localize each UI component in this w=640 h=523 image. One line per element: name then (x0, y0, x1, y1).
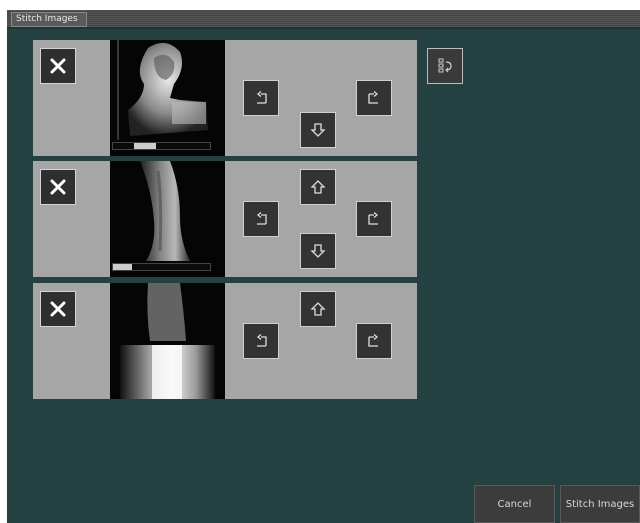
arrow-down-icon (310, 123, 326, 137)
xray-thumbnail (110, 161, 225, 277)
rotate-left-button[interactable] (243, 323, 279, 359)
title-divider (7, 27, 640, 29)
stitch-images-button[interactable]: Stitch Images (560, 485, 640, 523)
rotate-right-button[interactable] (356, 80, 392, 116)
xray-pelvis-image (110, 283, 225, 399)
rotate-left-icon (256, 334, 267, 347)
arrow-up-icon (310, 180, 326, 194)
rotate-left-icon (256, 212, 267, 225)
arrow-up-icon (310, 302, 326, 316)
reorder-button[interactable] (427, 48, 463, 84)
close-icon (50, 301, 66, 317)
window-title: Stitch Images (11, 12, 87, 27)
move-down-button[interactable] (300, 233, 336, 269)
rotate-right-icon (368, 212, 379, 225)
image-panel-1 (33, 40, 417, 156)
rotate-left-button[interactable] (243, 80, 279, 116)
rotate-left-button[interactable] (243, 201, 279, 237)
rotate-right-button[interactable] (356, 201, 392, 237)
move-up-button[interactable] (300, 291, 336, 327)
xray-thumbnail (110, 40, 225, 156)
remove-image-button[interactable] (40, 48, 76, 84)
xray-skull-image (110, 40, 225, 156)
stitch-images-window: Stitch Images Cancel Stitch Images (7, 10, 640, 523)
reorder-icon (438, 58, 452, 73)
rotate-left-icon (256, 91, 267, 104)
image-scrollbar[interactable] (112, 263, 211, 271)
close-icon (50, 179, 66, 195)
scroll-thumb[interactable] (113, 264, 133, 270)
remove-image-button[interactable] (40, 169, 76, 205)
remove-image-button[interactable] (40, 291, 76, 327)
image-scrollbar[interactable] (112, 142, 211, 150)
xray-spine-image (110, 161, 225, 277)
scroll-thumb[interactable] (134, 143, 156, 149)
image-panel-3 (33, 283, 417, 399)
title-bar: Stitch Images (7, 10, 640, 27)
arrow-down-icon (310, 244, 326, 258)
cancel-button[interactable]: Cancel (474, 485, 555, 523)
move-down-button[interactable] (300, 112, 336, 148)
image-panel-2 (33, 161, 417, 277)
rotate-right-icon (368, 91, 379, 104)
rotate-right-button[interactable] (356, 323, 392, 359)
xray-thumbnail (110, 283, 225, 399)
move-up-button[interactable] (300, 169, 336, 205)
close-icon (50, 58, 66, 74)
rotate-right-icon (368, 334, 379, 347)
